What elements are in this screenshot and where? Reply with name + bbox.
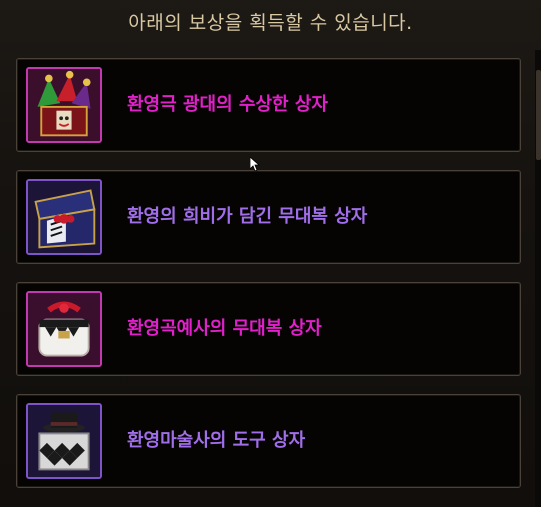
jester-hat-box-icon[interactable] — [26, 67, 102, 143]
mouse-cursor-icon — [250, 157, 260, 171]
reward-notice-text: 아래의 보상을 획득할 수 있습니다. — [128, 12, 413, 34]
reward-panel: 아래의 보상을 획득할 수 있습니다. 환영극 광대의 수상한 상자 환영의 희… — [0, 0, 541, 507]
reward-row-jester-box[interactable]: 환영극 광대의 수상한 상자 — [16, 58, 521, 152]
reward-name: 환영마술사의 도구 상자 — [127, 430, 306, 451]
scrollbar-thumb[interactable] — [536, 70, 541, 160]
reward-name: 환영곡예사의 무대복 상자 — [127, 318, 322, 339]
reward-name: 환영의 희비가 담긴 무대복 상자 — [127, 206, 368, 227]
acrobat-costume-box-icon[interactable] — [26, 291, 102, 367]
reward-row-acrobat-costume-box[interactable]: 환영곡예사의 무대복 상자 — [16, 282, 521, 376]
reward-row-stage-costume-box[interactable]: 환영의 희비가 담긴 무대복 상자 — [16, 170, 521, 264]
reward-row-magician-tool-box[interactable]: 환영마술사의 도구 상자 — [16, 394, 521, 488]
reward-name: 환영극 광대의 수상한 상자 — [127, 94, 328, 115]
stage-costume-box-icon[interactable] — [26, 179, 102, 255]
magician-hat-box-icon[interactable] — [26, 403, 102, 479]
